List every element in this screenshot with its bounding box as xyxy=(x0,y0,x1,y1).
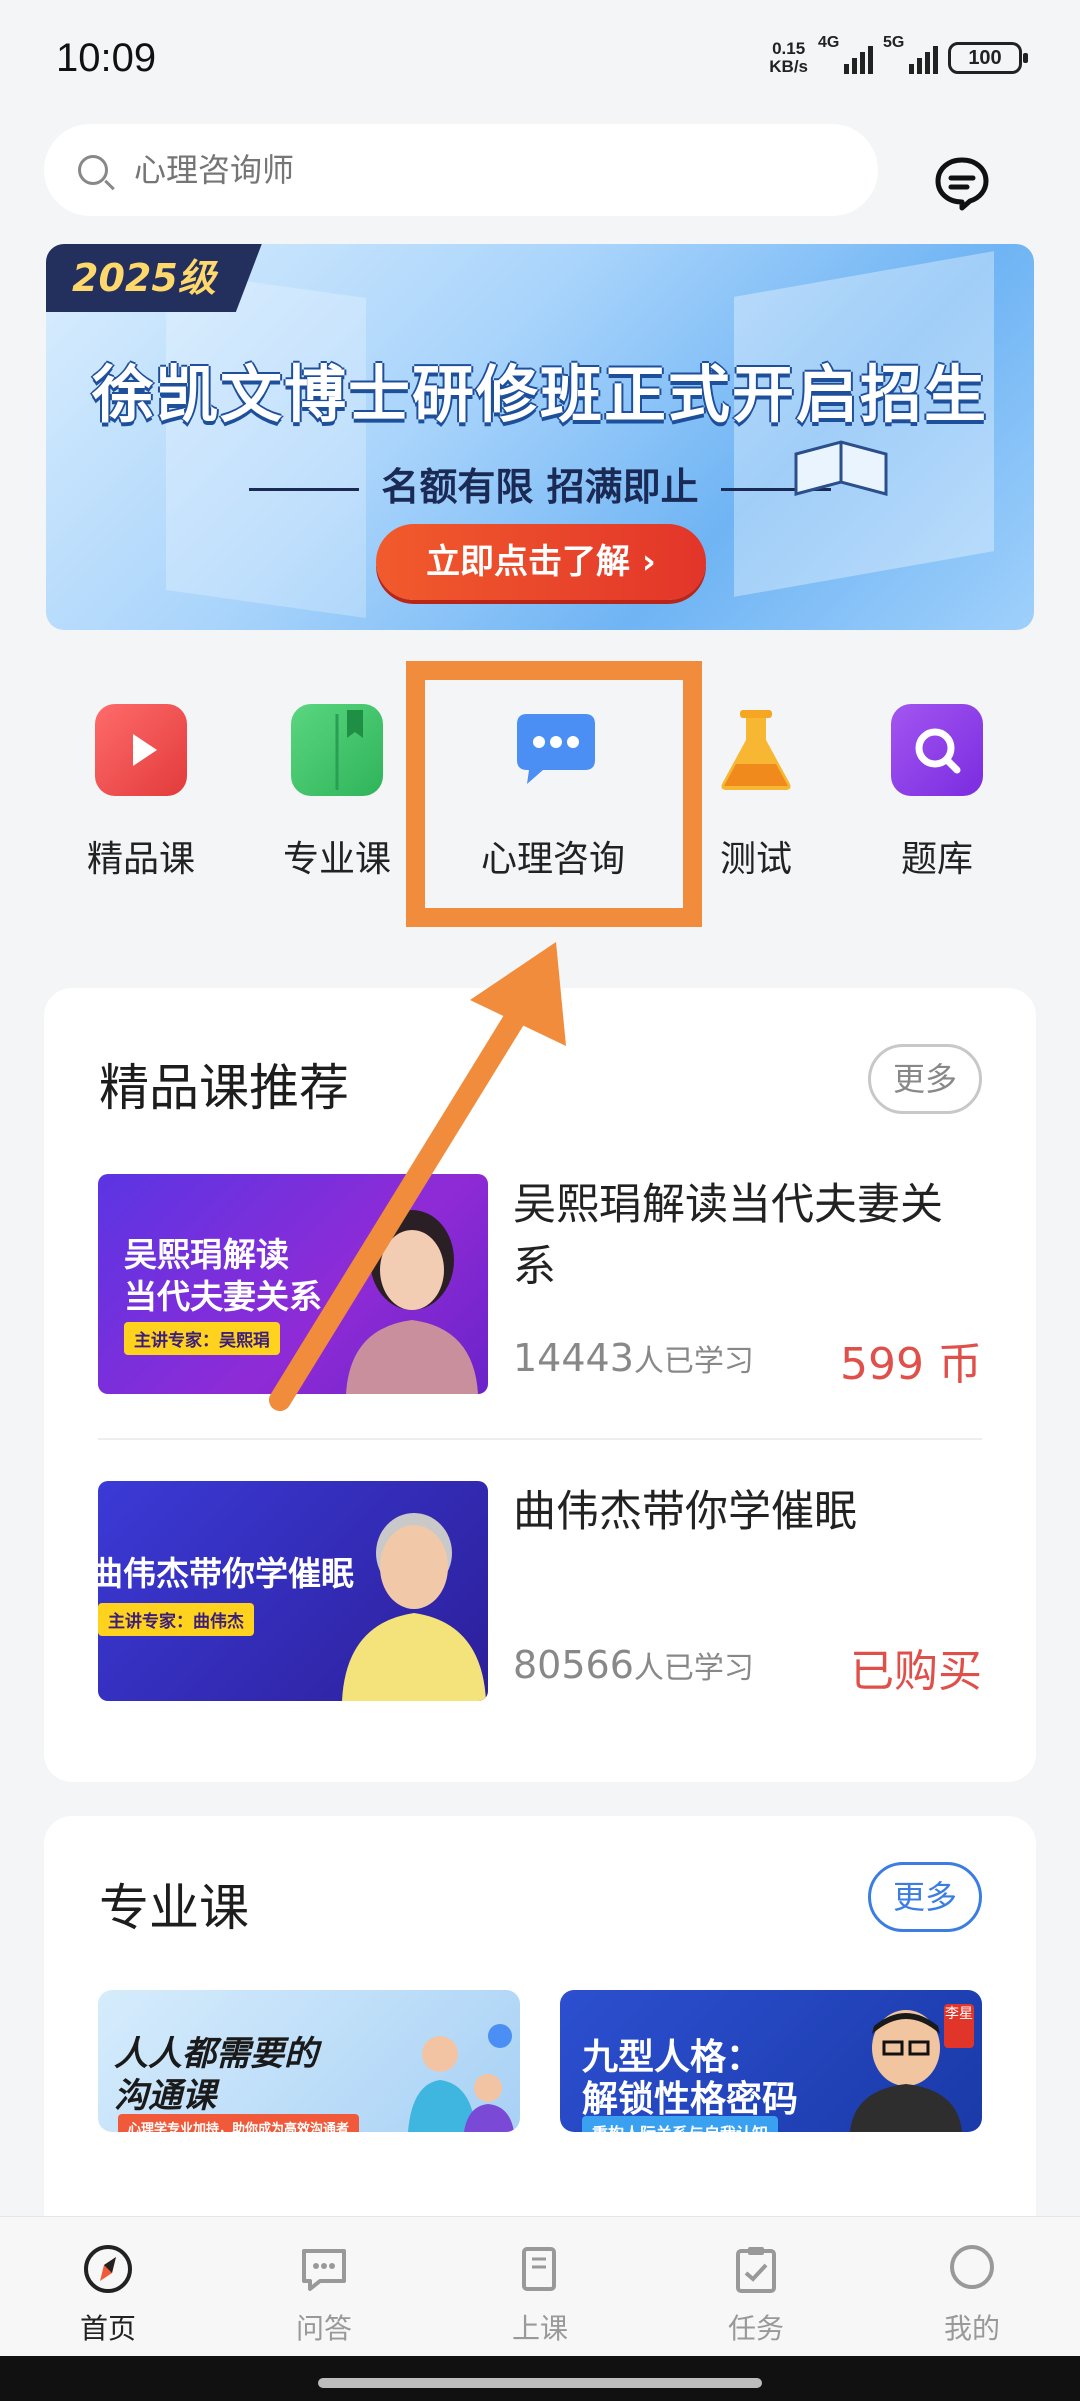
book-class-icon xyxy=(522,2247,556,2291)
course-item[interactable]: 吴熙琄解读 当代夫妻关系 主讲专家：吴熙琄 吴熙琄解读当代夫妻关系 14443人… xyxy=(98,1174,982,1394)
instructor-photo xyxy=(850,2010,962,2132)
illustration-people xyxy=(408,2024,514,2132)
category-premium[interactable]: 精品课 xyxy=(66,690,216,882)
course-item[interactable]: 曲伟杰带你学催眠 主讲专家：曲伟杰 曲伟杰带你学催眠 80566人已学习 已购买 xyxy=(98,1481,982,1701)
promo-banner[interactable]: 2025级 徐凯文博士研修班正式开启招生 名额有限 招满即止 立即点击了解 › xyxy=(46,244,1034,630)
message-icon[interactable] xyxy=(934,156,990,212)
course-name: 曲伟杰带你学催眠 xyxy=(513,1487,857,1537)
category-professional[interactable]: 专业课 xyxy=(262,690,412,882)
highlight-box xyxy=(406,661,702,927)
book-icon xyxy=(291,704,383,796)
professional-title: 专业课 xyxy=(99,1879,249,1937)
compass-icon xyxy=(84,2245,132,2293)
search-bar[interactable] xyxy=(44,124,878,216)
status-time: 10:09 xyxy=(56,36,157,80)
course-name: 吴熙琄解读当代夫妻关系 xyxy=(513,1180,943,1292)
status-indicators: 0.15 KB/s 4G 5G 100 xyxy=(769,34,1028,76)
professional-course-card[interactable]: 九型人格： 解锁性格密码 重构人际关系与自我认知 李星 xyxy=(560,1990,982,2132)
home-indicator[interactable] xyxy=(318,2378,762,2388)
course-purchased: 已购买 xyxy=(850,1646,982,1697)
search-icon xyxy=(78,155,108,185)
featured-more-button[interactable]: 更多 xyxy=(868,1044,982,1114)
professional-more-button[interactable]: 更多 xyxy=(868,1862,982,1932)
banner-cta-button[interactable]: 立即点击了解 › xyxy=(376,524,706,600)
tab-qa[interactable]: 问答 xyxy=(264,2243,384,2347)
clipboard-icon xyxy=(736,2247,776,2293)
video-play-icon xyxy=(95,704,187,796)
search-doc-icon xyxy=(891,704,983,796)
book-illustration-icon xyxy=(794,440,888,496)
course-thumbnail: 曲伟杰带你学催眠 主讲专家：曲伟杰 xyxy=(98,1481,488,1701)
flask-icon xyxy=(710,704,802,796)
bottom-tab-bar: 首页 问答 上课 任务 我的 xyxy=(0,2216,1080,2356)
battery-icon: 100 xyxy=(948,42,1028,74)
category-question-bank[interactable]: 题库 xyxy=(862,690,1012,882)
signal-5g-icon: 5G xyxy=(883,34,938,74)
banner-title: 徐凯文博士研修班正式开启招生 xyxy=(91,358,988,431)
tab-class[interactable]: 上课 xyxy=(480,2243,600,2347)
professional-course-card[interactable]: 人人都需要的 沟通课 心理学专业加持，助你成为高效沟通者 xyxy=(98,1990,520,2132)
tab-home[interactable]: 首页 xyxy=(48,2243,168,2347)
instructor-photo xyxy=(342,1513,486,1701)
signal-4g-icon: 4G xyxy=(818,34,873,74)
course-price: 599 币 xyxy=(840,1339,982,1390)
tab-tasks[interactable]: 任务 xyxy=(696,2243,816,2347)
course-thumbnail: 吴熙琄解读 当代夫妻关系 主讲专家：吴熙琄 xyxy=(98,1174,488,1394)
qa-icon xyxy=(302,2249,346,2291)
featured-title: 精品课推荐 xyxy=(99,1059,349,1117)
course-learners: 14443人已学习 xyxy=(513,1336,754,1380)
search-input[interactable] xyxy=(134,151,734,189)
banner-year-tag: 2025级 xyxy=(46,244,262,312)
net-speed: 0.15 KB/s xyxy=(769,39,808,76)
instructor-photo xyxy=(346,1210,478,1394)
category-test[interactable]: 测试 xyxy=(681,690,831,882)
tab-profile[interactable]: 我的 xyxy=(912,2243,1032,2347)
course-learners: 80566人已学习 xyxy=(513,1643,754,1687)
status-bar: 10:09 0.15 KB/s 4G 5G 100 xyxy=(0,0,1080,120)
profile-icon xyxy=(950,2245,994,2289)
divider xyxy=(98,1438,982,1440)
featured-courses-card: 精品课推荐 更多 吴熙琄解读 当代夫妻关系 主讲专家：吴熙琄 吴熙琄解读当代夫妻… xyxy=(44,988,1036,1782)
